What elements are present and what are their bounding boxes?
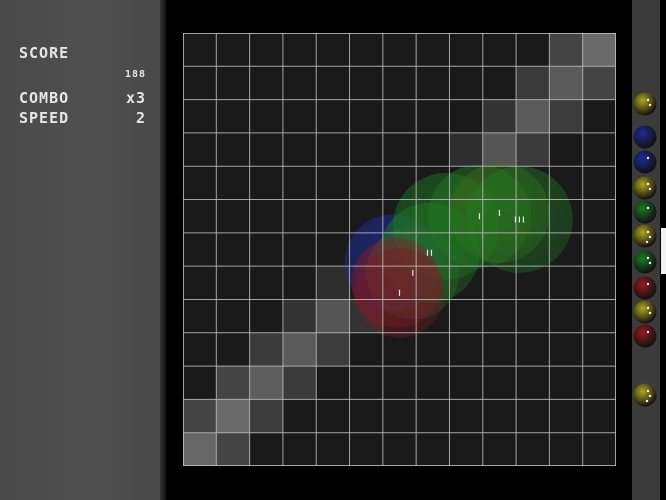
lit-cell <box>516 132 550 167</box>
queue-orb <box>633 150 657 174</box>
queue-orb <box>633 200 657 224</box>
lit-cell <box>482 99 517 133</box>
lit-cell <box>282 332 317 367</box>
queue-orb <box>633 92 657 116</box>
queue-orb <box>633 224 657 248</box>
lit-cell <box>316 332 350 367</box>
lit-cell <box>282 366 317 400</box>
lit-cell <box>183 432 217 466</box>
hud-panel: SCORE 188 COMBO x3 SPEED 2 <box>0 0 160 500</box>
speed-value: 2 <box>135 109 146 127</box>
queue-orb <box>633 383 657 407</box>
queue-orb <box>633 324 657 348</box>
lit-cell <box>249 366 283 400</box>
lit-cell <box>516 66 550 100</box>
score-label: SCORE <box>19 44 70 62</box>
lit-cell <box>516 99 550 133</box>
lit-cell <box>582 66 616 100</box>
game-board[interactable] <box>183 33 616 466</box>
lit-cell <box>249 332 283 367</box>
lit-cell <box>549 66 583 100</box>
panel-divider <box>160 0 166 500</box>
combo-label: COMBO <box>19 89 70 107</box>
combo-value: x3 <box>125 89 146 107</box>
lit-cell <box>216 399 250 433</box>
lit-cell <box>216 432 250 466</box>
lit-cell <box>183 399 217 433</box>
queue-orb <box>633 125 657 149</box>
lit-cell <box>482 132 517 167</box>
lit-cell <box>216 366 250 400</box>
queue-marker <box>661 228 666 274</box>
score-value: 188 <box>124 69 146 80</box>
lit-cell <box>449 132 483 167</box>
lit-cell <box>582 33 616 67</box>
queue-orb <box>633 176 657 200</box>
lit-cell <box>549 99 583 133</box>
lit-cell <box>249 399 283 433</box>
lit-cell <box>282 299 317 333</box>
board-canvas[interactable] <box>183 33 616 466</box>
lit-cell <box>316 299 350 333</box>
queue-orb <box>633 276 657 300</box>
lit-cell <box>549 33 583 67</box>
queue-orb <box>633 300 657 324</box>
lit-cell <box>316 266 350 300</box>
speed-label: SPEED <box>19 109 70 127</box>
queue-orb <box>633 250 657 274</box>
